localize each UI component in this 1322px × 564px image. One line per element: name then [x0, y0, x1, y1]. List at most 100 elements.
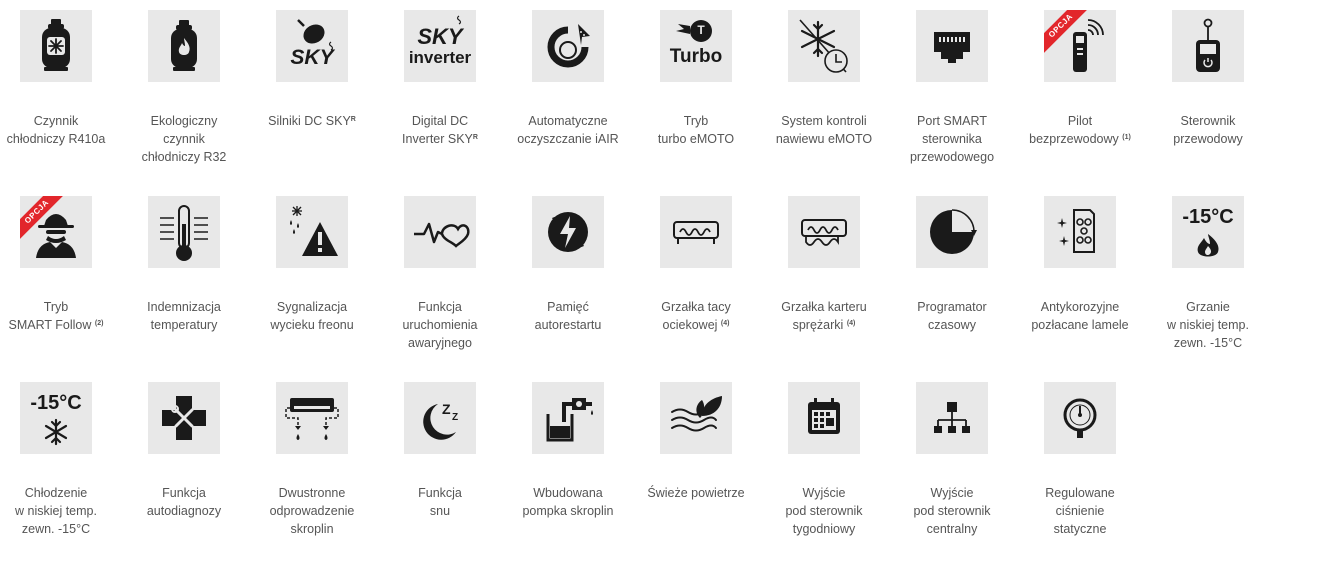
feature-caption: Grzałka karteru sprężarki (4): [765, 298, 883, 334]
caption-sup: R: [350, 116, 356, 123]
caption-sup: (2): [94, 320, 104, 327]
feature-tile: [916, 196, 988, 268]
caption-line: Inverter SKYR: [381, 130, 499, 148]
caption-text: sprężarki: [792, 318, 844, 332]
caption-line: snu: [429, 504, 451, 518]
caption-line: centralny: [926, 522, 978, 536]
caption-line: Sygnalizacja: [276, 300, 348, 314]
feature-tile: [532, 10, 604, 82]
caption-line: Funkcja: [418, 300, 462, 314]
feature-pressure: Regulowane ciśnienie statyczne: [1021, 382, 1139, 538]
feature-tray-heater: Grzałka tacy ociekowej (4): [637, 196, 755, 334]
feature-freeze-control: System kontroli nawiewu eMOTO: [765, 10, 883, 148]
feature-diag: Funkcja autodiagnozy: [125, 382, 243, 520]
caption-line: odprowadzenie: [269, 504, 355, 518]
caption-line: tygodniowy: [792, 522, 856, 536]
feature-caption: Czynnik chłodniczy R410a: [0, 112, 115, 148]
gold-fins-icon: [1057, 209, 1095, 253]
caption-line: statyczne: [1053, 522, 1107, 536]
feature-r32: Ekologiczny czynnik chłodniczy R32: [125, 10, 243, 166]
caption-line: Indemnizacja: [147, 300, 221, 314]
feature-caption: Wyjście pod sterownik tygodniowy: [765, 484, 883, 538]
feature-tile: [916, 382, 988, 454]
caption-line: autodiagnozy: [146, 504, 222, 518]
feature-caption: Sygnalizacja wycieku freonu: [253, 298, 371, 334]
feature-tile: -15°C: [1172, 196, 1244, 268]
feature-tile: SKY: [276, 10, 348, 82]
feature-tile: Z Z: [404, 382, 476, 454]
caption-line: Grzanie: [1186, 300, 1230, 314]
feature-emergency: Funkcja uruchomienia awaryjnego: [381, 196, 499, 352]
feature-gold-fins: Antykorozyjne pozłacane lamele: [1021, 196, 1139, 334]
inverter-logo-text: inverter: [408, 48, 472, 67]
feature-sky-inverter: SKY inverter Digital DC Inverter SKYR: [381, 10, 499, 148]
turbo-logo-text: Turbo: [669, 46, 723, 67]
feature-sleep: Z Z Funkcja snu: [381, 382, 499, 520]
caption-line: przewodowego: [909, 150, 995, 164]
gas-cylinder-snowflake-icon: [42, 19, 70, 71]
caption-line: chłodniczy R410a: [6, 132, 106, 146]
feature-caption: Sterownik przewodowy: [1149, 112, 1267, 148]
feature-caption: Port SMART sterownika przewodowego: [893, 112, 1011, 166]
feature-caption: Dwustronne odprowadzenie skroplin: [253, 484, 371, 538]
caption-line: przewodowy: [1173, 132, 1243, 146]
feature-tile: [1044, 196, 1116, 268]
feature-central: Wyjście pod sterownik centralny: [893, 382, 1011, 538]
feature-caption: Wyjście pod sterownik centralny: [893, 484, 1011, 538]
tray-heater-icon: [673, 221, 719, 244]
caption-text: Inverter SKY: [402, 132, 473, 146]
network-icon: [934, 402, 970, 433]
feature-cool-low: -15°C Chłodzenie w niskiej temp. zewn. -…: [0, 382, 115, 538]
caption-sup: (4): [720, 320, 730, 327]
caption-line: uruchomienia: [402, 318, 478, 332]
heartbeat-icon: [414, 222, 470, 248]
caption-line: Grzałka karteru: [781, 300, 867, 314]
feature-tile: [660, 196, 732, 268]
feature-caption: Tryb SMART Follow (2): [0, 298, 115, 334]
caption-line: temperatury: [150, 318, 218, 332]
two-way-drain-icon: [285, 398, 339, 440]
feature-tile: [532, 196, 604, 268]
condensate-pump-icon: [546, 398, 593, 442]
feature-caption: Silniki DC SKYR: [253, 112, 371, 130]
feature-temp: Indemnizacja temperatury: [125, 196, 243, 334]
caption-text: Silniki DC SKY: [268, 114, 351, 128]
snowflake-clock-icon: [799, 19, 848, 73]
feature-memory: Pamięć autorestartu: [509, 196, 627, 334]
feature-tile: -15°C: [20, 382, 92, 454]
caption-line: bezprzewodowy (1): [1021, 130, 1139, 148]
caption-sup: (1): [1122, 134, 1131, 141]
feature-leak: Sygnalizacja wycieku freonu: [253, 196, 371, 334]
caption-line: ociekowej (4): [637, 316, 755, 334]
caption-line: zewn. -15°C: [21, 522, 91, 536]
feature-turbo: T Turbo Tryb turbo eMOTO: [637, 10, 755, 148]
feature-tile: [276, 382, 348, 454]
svg-text:Z: Z: [442, 401, 451, 417]
caption-line: czasowy: [928, 318, 976, 332]
caption-line: wycieku freonu: [270, 318, 354, 332]
moon-sleep-icon: Z Z: [423, 401, 458, 440]
feature-caption: Pamięć autorestartu: [509, 298, 627, 334]
feature-smart-port: Port SMART sterownika przewodowego: [893, 10, 1011, 166]
wrench-screwdriver-icon: [162, 396, 206, 440]
calendar-icon: [808, 398, 840, 434]
feature-tile: [148, 196, 220, 268]
caption-line: Wyjście: [930, 486, 974, 500]
feature-tile: [404, 196, 476, 268]
feature-pump: Wbudowana pompka skroplin: [509, 382, 627, 520]
caption-sup: (4): [846, 320, 856, 327]
feature-tile: [148, 10, 220, 82]
thermometer-icon: [160, 205, 208, 261]
feature-follow: OPCJA Tryb SMART Follow (2): [0, 196, 115, 334]
feature-caption: Digital DC Inverter SKYR: [381, 112, 499, 148]
caption-line: awaryjnego: [408, 336, 472, 350]
feature-drain: Dwustronne odprowadzenie skroplin: [253, 382, 371, 538]
caption-line: sterownika: [922, 132, 982, 146]
caption-line: pod sterownik: [913, 504, 991, 518]
feature-tile: [916, 10, 988, 82]
caption-line: w niskiej temp.: [15, 504, 97, 518]
feature-caption: Funkcja uruchomienia awaryjnego: [381, 298, 499, 352]
feature-caption: Tryb turbo eMOTO: [637, 112, 755, 148]
feature-iair: Automatyczne oczyszczanie iAIR: [509, 10, 627, 148]
power-restart-icon: [548, 212, 588, 252]
